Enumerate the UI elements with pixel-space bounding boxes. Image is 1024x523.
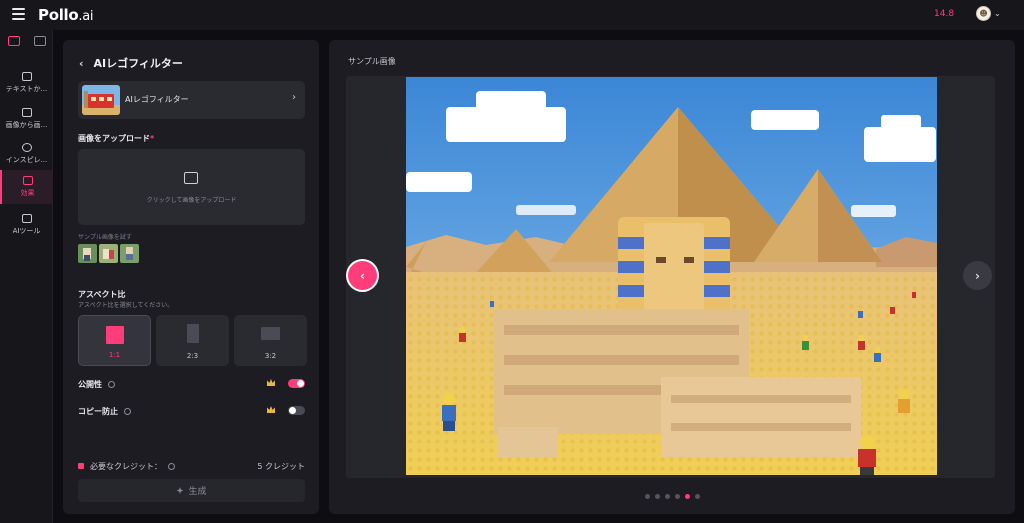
sparkle-icon	[176, 487, 184, 494]
rail-item-label: インスピレ...	[5, 156, 48, 164]
chevron-right-icon: ›	[292, 92, 296, 103]
settings-panel: ‹ AIレゴフィルター AIレゴフィルター › 画像をアップロード* クリックし…	[63, 40, 319, 514]
upload-dropzone[interactable]: クリックして画像をアップロード	[78, 149, 305, 225]
aspect-ratio-title: アスペクト比	[78, 290, 126, 299]
rail-item-label: 画像から画...	[5, 121, 48, 129]
compass-icon	[21, 143, 32, 152]
sample-image[interactable]	[99, 244, 118, 263]
crown-icon	[267, 406, 275, 413]
aspect-ratio-options: 1:1 2:3 3:2	[78, 315, 307, 366]
menu-icon[interactable]	[12, 8, 25, 20]
text-to-image-icon	[21, 72, 32, 81]
copy-protection-row: コピー防止	[78, 404, 305, 418]
upload-image-icon	[184, 172, 198, 184]
required-credits-value: 5 クレジット	[257, 461, 305, 471]
aspect-option-label: 3:2	[264, 352, 277, 360]
carousel-dot-active[interactable]	[685, 494, 690, 499]
info-icon[interactable]	[124, 407, 131, 415]
rail-item-ai-tools[interactable]: AIツール	[0, 208, 53, 242]
logo[interactable]: Pollo.ai	[38, 6, 93, 24]
sample-image[interactable]	[120, 244, 139, 263]
portrait-shape-icon	[187, 324, 199, 343]
credit-icon	[78, 463, 84, 469]
aspect-option-label: 2:3	[186, 352, 199, 360]
carousel-dot[interactable]	[695, 494, 700, 499]
video-mode-icon[interactable]	[34, 36, 46, 46]
sample-images	[78, 244, 139, 263]
square-shape-icon	[106, 326, 124, 344]
public-label: 公開性	[78, 379, 102, 389]
sample-viewer: サンプル画像 ‹ ›	[329, 40, 1015, 514]
filter-name: AIレゴフィルター	[125, 95, 189, 104]
top-bar: Pollo.ai 14.8 ☻ ⌄	[0, 0, 1024, 30]
landscape-shape-icon	[261, 327, 280, 340]
public-row: 公開性	[78, 377, 305, 391]
generate-label: 生成	[188, 487, 207, 497]
logo-suffix: .ai	[78, 9, 94, 24]
sample-image-lego-pyramids	[406, 77, 937, 475]
image-to-image-icon	[21, 108, 32, 117]
carousel-dot[interactable]	[665, 494, 670, 499]
left-rail: テキストか... 画像から画... インスピレ... 効果 AIツール	[0, 30, 53, 523]
rail-item-label: 効果	[20, 189, 35, 197]
next-image-button[interactable]: ›	[963, 261, 992, 290]
rail-item-label: テキストか...	[5, 85, 48, 93]
aspect-option-label: 1:1	[108, 351, 121, 359]
aspect-option-2-3[interactable]: 2:3	[156, 315, 229, 366]
rail-item-inspiration[interactable]: インスピレ...	[0, 137, 53, 171]
aspect-option-3-2[interactable]: 3:2	[234, 315, 307, 366]
carousel-dot[interactable]	[655, 494, 660, 499]
copy-protection-toggle[interactable]	[288, 406, 305, 415]
rail-item-image[interactable]: 画像から画...	[0, 102, 53, 136]
toolbox-icon	[21, 214, 32, 223]
required-mark: *	[150, 134, 155, 143]
panel-title: AIレゴフィルター	[93, 57, 183, 70]
filter-thumbnail	[82, 85, 120, 115]
logo-text: Pollo	[38, 6, 79, 24]
upload-hint: クリックして画像をアップロード	[146, 197, 237, 204]
previous-image-button[interactable]: ‹	[348, 261, 377, 290]
carousel-dot[interactable]	[645, 494, 650, 499]
rail-item-text[interactable]: テキストか...	[0, 66, 53, 100]
aspect-option-1-1[interactable]: 1:1	[78, 315, 151, 366]
public-toggle[interactable]	[288, 379, 305, 388]
account-menu[interactable]: ☻ ⌄	[976, 6, 1001, 21]
aspect-ratio-subtitle: アスペクト比を選択してください。	[78, 302, 174, 309]
rail-item-effects[interactable]: 効果	[0, 170, 53, 204]
carousel-dot[interactable]	[675, 494, 680, 499]
toggle-knob	[297, 380, 304, 387]
carousel-dots	[645, 494, 700, 499]
copy-protection-label: コピー防止	[78, 406, 118, 416]
panel-header: ‹ AIレゴフィルター	[79, 55, 183, 71]
required-credits-label: 必要なクレジット：	[90, 461, 162, 471]
credit-balance[interactable]: 14.8	[934, 9, 954, 19]
filter-selector[interactable]: AIレゴフィルター ›	[78, 81, 305, 119]
required-credits: 必要なクレジット： 5 クレジット	[78, 460, 305, 472]
crown-icon	[267, 379, 275, 386]
chevron-down-icon: ⌄	[994, 9, 1001, 18]
rail-item-label: AIツール	[12, 227, 41, 235]
rail-mode-switch	[4, 36, 46, 46]
info-icon[interactable]	[168, 462, 175, 470]
effects-icon	[22, 176, 33, 185]
upload-label: 画像をアップロード*	[78, 133, 154, 144]
generate-button[interactable]: 生成	[78, 479, 305, 502]
info-icon[interactable]	[108, 380, 115, 388]
image-mode-icon[interactable]	[8, 36, 20, 46]
toggle-knob	[289, 407, 296, 414]
back-arrow-icon[interactable]: ‹	[79, 57, 84, 70]
viewer-title: サンプル画像	[348, 57, 396, 66]
sample-images-label: サンプル画像を試す	[78, 234, 132, 241]
sample-image[interactable]	[78, 244, 97, 263]
upload-label-text: 画像をアップロード	[78, 134, 150, 143]
avatar: ☻	[976, 6, 991, 21]
